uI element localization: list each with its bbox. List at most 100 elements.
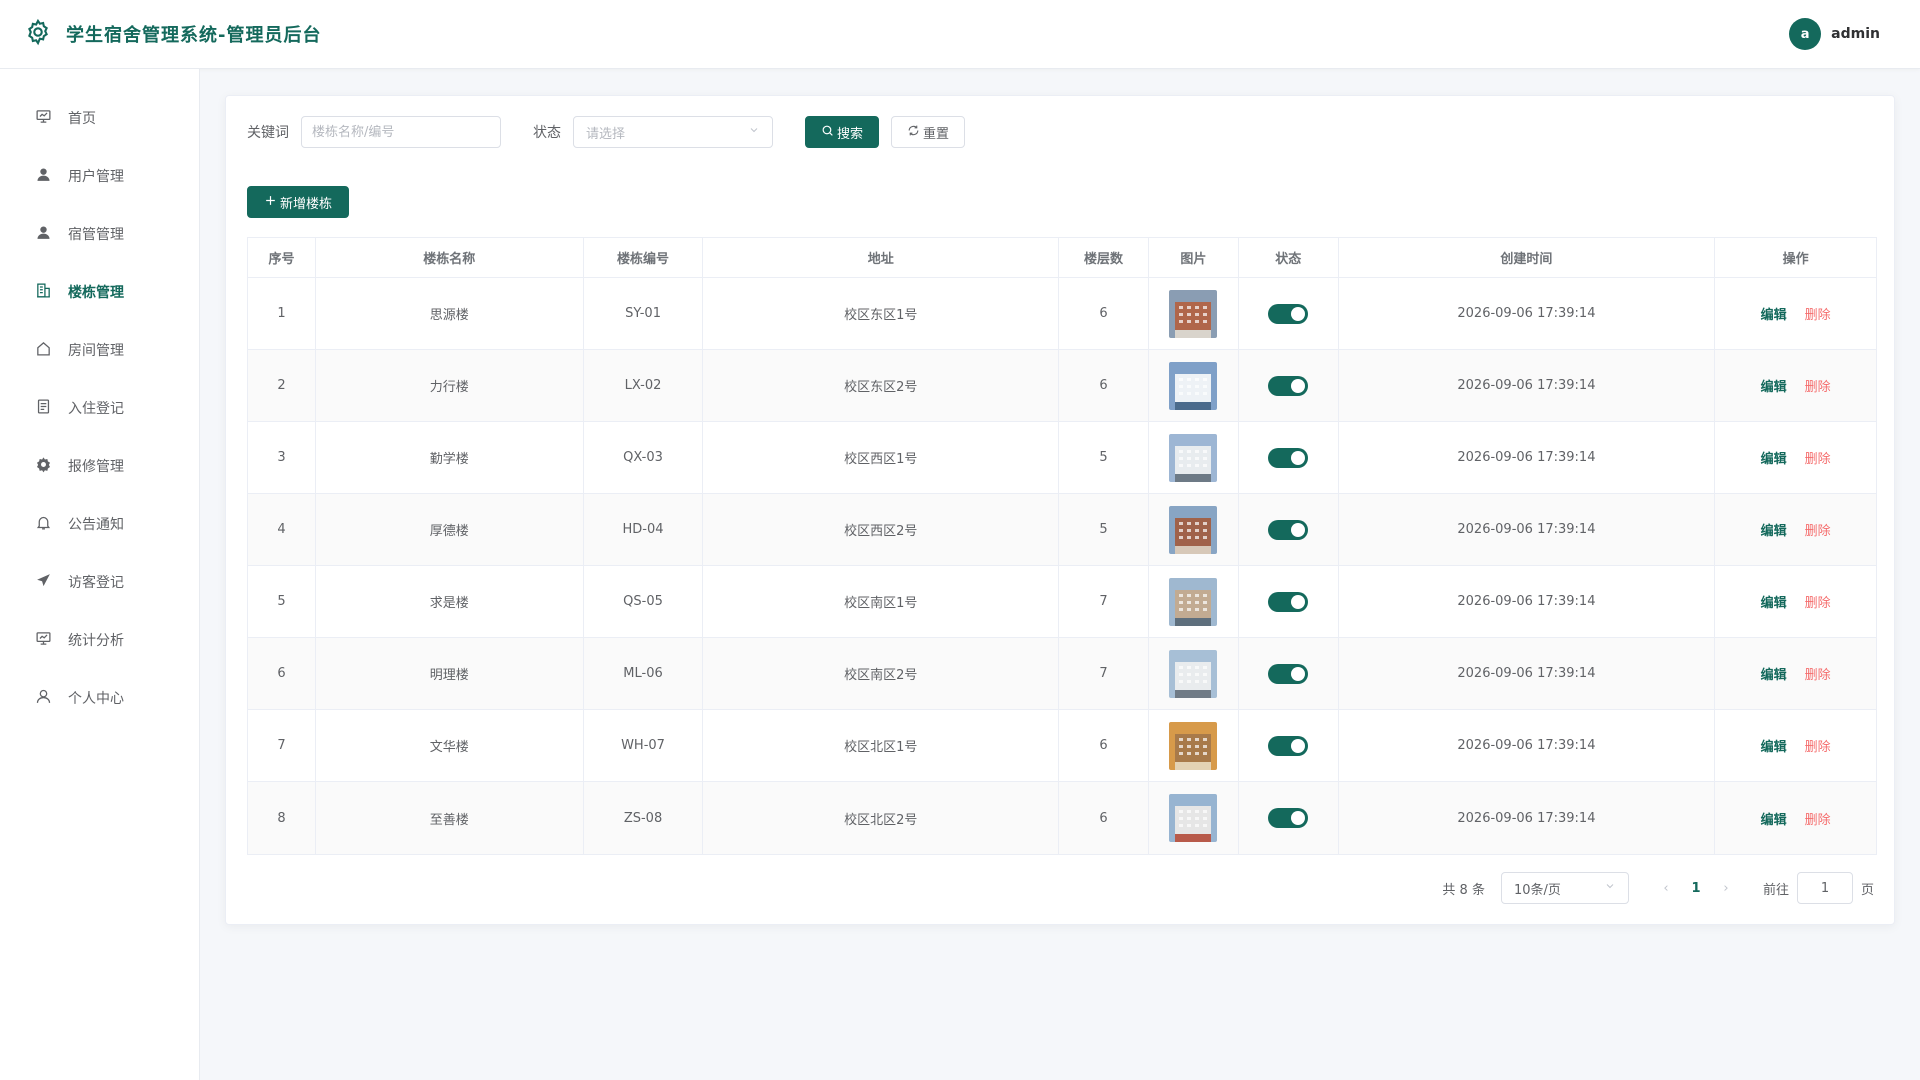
cell-floors: 5 <box>1059 494 1149 565</box>
building-thumbnail[interactable] <box>1169 649 1218 698</box>
search-button[interactable]: 搜索 <box>805 116 879 148</box>
status-toggle[interactable] <box>1268 519 1309 540</box>
sidebar-item-rooms[interactable]: 房间管理 <box>0 321 199 379</box>
cell-image <box>1149 350 1239 421</box>
delete-button[interactable]: 删除 <box>1805 520 1831 539</box>
status-toggle[interactable] <box>1268 447 1309 468</box>
column-header: 操作 <box>1782 252 1809 267</box>
status-select[interactable]: 请选择 <box>573 116 773 148</box>
reset-button[interactable]: 重置 <box>891 116 965 148</box>
status-toggle[interactable] <box>1268 591 1309 612</box>
table-row: 1 思源楼 SY-01 校区东区1号 6 2026-09-06 17:39:14 编辑 删除 <box>248 278 1876 350</box>
cell-index: 5 <box>248 566 316 637</box>
sidebar-item-home[interactable]: 首页 <box>0 89 199 147</box>
edit-button[interactable]: 编辑 <box>1761 376 1787 395</box>
cell-status <box>1239 494 1339 565</box>
edit-button[interactable]: 编辑 <box>1761 520 1787 539</box>
cell-index: 1 <box>248 278 316 349</box>
avatar[interactable]: a <box>1789 18 1822 50</box>
cell-actions: 编辑 删除 <box>1715 494 1876 565</box>
edit-button[interactable]: 编辑 <box>1761 304 1787 323</box>
building-thumbnail[interactable] <box>1169 721 1218 770</box>
cell-address: 校区西区2号 <box>703 494 1060 565</box>
sidebar-item-label: 报修管理 <box>68 459 124 475</box>
user-menu[interactable]: a admin <box>1789 18 1880 50</box>
building-thumbnail[interactable] <box>1169 433 1218 482</box>
column-header: 楼层数 <box>1059 238 1149 277</box>
cell-building-code: QX-03 <box>584 422 704 493</box>
cell-created-time: 2026-09-06 17:39:14 <box>1339 710 1716 781</box>
delete-button[interactable]: 删除 <box>1805 736 1831 755</box>
keyword-input[interactable] <box>301 116 501 148</box>
sidebar-item-users[interactable]: 用户管理 <box>0 147 199 205</box>
edit-button[interactable]: 编辑 <box>1761 664 1787 683</box>
sidebar-item-checkin[interactable]: 入住登记 <box>0 379 199 437</box>
building-thumbnail[interactable] <box>1169 361 1218 410</box>
cell-address: 校区西区1号 <box>703 422 1060 493</box>
delete-button[interactable]: 删除 <box>1805 592 1831 611</box>
cell-actions: 编辑 删除 <box>1715 350 1876 421</box>
cell-building-name: 至善楼 <box>316 782 584 854</box>
delete-button[interactable]: 删除 <box>1805 664 1831 683</box>
add-building-button[interactable]: 新增楼栋 <box>247 186 349 218</box>
delete-button[interactable]: 删除 <box>1805 809 1831 828</box>
cell-building-name: 求是楼 <box>316 566 584 637</box>
next-page-button[interactable]: › <box>1711 881 1741 896</box>
status-toggle[interactable] <box>1268 375 1309 396</box>
status-toggle[interactable] <box>1268 808 1309 828</box>
cell-status <box>1239 278 1339 349</box>
cell-created-time: 2026-09-06 17:39:14 <box>1339 638 1716 709</box>
building-thumbnail[interactable] <box>1169 289 1218 338</box>
user-icon <box>35 224 52 245</box>
delete-button[interactable]: 删除 <box>1805 304 1831 323</box>
sidebar-item-label: 用户管理 <box>68 169 124 185</box>
edit-button[interactable]: 编辑 <box>1761 592 1787 611</box>
building-thumbnail[interactable] <box>1169 577 1218 626</box>
sidebar-item-label: 公告通知 <box>68 517 124 533</box>
cell-floors: 7 <box>1059 638 1149 709</box>
column-header: 楼栋编号 <box>584 238 704 277</box>
sidebar-item-profile[interactable]: 个人中心 <box>0 669 199 727</box>
username[interactable]: admin <box>1831 26 1880 42</box>
status-toggle[interactable] <box>1268 303 1309 324</box>
goto-page-input[interactable]: 1 <box>1796 872 1853 904</box>
sidebar-item-repairs[interactable]: 报修管理 <box>0 437 199 495</box>
sidebar-item-label: 房间管理 <box>68 343 124 359</box>
sidebar-item-visitors[interactable]: 访客登记 <box>0 553 199 611</box>
sidebar-item-notices[interactable]: 公告通知 <box>0 495 199 553</box>
page-size-select[interactable]: 10条/页 <box>1500 872 1629 904</box>
status-toggle[interactable] <box>1268 735 1309 756</box>
refresh-icon <box>907 124 920 141</box>
status-toggle[interactable] <box>1268 663 1309 684</box>
delete-button[interactable]: 删除 <box>1805 376 1831 395</box>
table-row: 7 文华楼 WH-07 校区北区1号 6 2026-09-06 17:39:14 编辑 删除 <box>248 710 1876 782</box>
cell-building-code: ZS-08 <box>584 782 704 854</box>
cell-status <box>1239 422 1339 493</box>
edit-button[interactable]: 编辑 <box>1761 736 1787 755</box>
chart-icon <box>35 630 52 651</box>
cell-address: 校区南区2号 <box>703 638 1060 709</box>
prev-page-button[interactable]: ‹ <box>1651 881 1681 896</box>
sidebar-item-dorm-managers[interactable]: 宿管管理 <box>0 205 199 263</box>
document-icon <box>35 398 52 419</box>
cell-image <box>1149 278 1239 349</box>
edit-button[interactable]: 编辑 <box>1761 809 1787 828</box>
building-thumbnail[interactable] <box>1169 794 1218 842</box>
cell-created-time: 2026-09-06 17:39:14 <box>1339 278 1716 349</box>
cell-index: 3 <box>248 422 316 493</box>
sidebar-item-buildings[interactable]: 楼栋管理 <box>0 263 199 321</box>
cell-image <box>1149 494 1239 565</box>
column-header: 图片 <box>1149 238 1239 277</box>
page-number-current[interactable]: 1 <box>1681 881 1711 896</box>
cell-floors: 6 <box>1059 710 1149 781</box>
column-header: 创建时间 <box>1339 238 1716 277</box>
delete-button[interactable]: 删除 <box>1805 448 1831 467</box>
building-thumbnail[interactable] <box>1169 505 1218 554</box>
cell-index: 4 <box>248 494 316 565</box>
send-icon <box>35 572 52 593</box>
sidebar-item-statistics[interactable]: 统计分析 <box>0 611 199 669</box>
cell-created-time: 2026-09-06 17:39:14 <box>1339 422 1716 493</box>
edit-button[interactable]: 编辑 <box>1761 448 1787 467</box>
cell-status <box>1239 638 1339 709</box>
cell-index: 7 <box>248 710 316 781</box>
